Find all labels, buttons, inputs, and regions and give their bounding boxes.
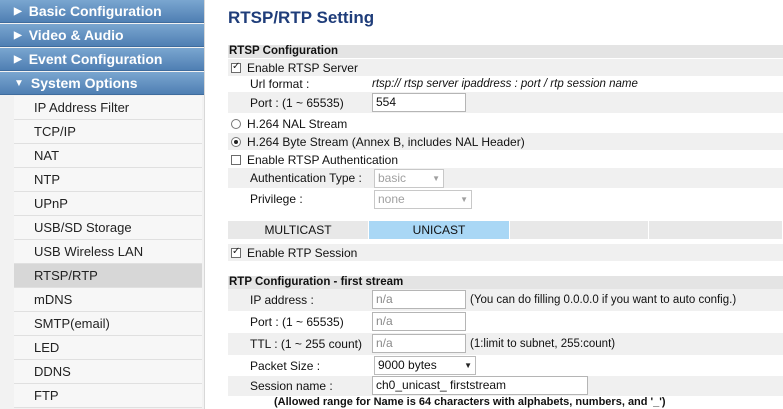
rtp-ip-row: IP address : n/a (You can do filling 0.0… (228, 289, 783, 311)
auth-type-row: Authentication Type : basic ▼ (228, 168, 783, 188)
sidebar-item-rtsp-rtp[interactable]: RTSP/RTP (14, 264, 202, 288)
privilege-value: none (378, 192, 405, 206)
dropdown-caret-icon: ▼ (464, 361, 472, 370)
dropdown-caret-icon: ▼ (460, 195, 468, 204)
sidebar-category-system-options[interactable]: ▼ System Options (0, 72, 204, 95)
sidebar-item-ftp[interactable]: FTP (14, 384, 202, 408)
rtp-ip-note: (You can do filling 0.0.0.0 if you want … (470, 294, 737, 306)
nal-stream-label: H.264 NAL Stream (247, 116, 348, 131)
category-label: Event Configuration (28, 51, 163, 67)
rtp-port-label: Port : (1 ~ 65535) (250, 315, 344, 329)
category-label: System Options (30, 75, 138, 91)
nal-stream-radio[interactable] (231, 118, 241, 129)
rtsp-section-heading: RTSP Configuration (228, 45, 783, 58)
sidebar-category-basic-configuration[interactable]: ▶ Basic Configuration (0, 0, 204, 23)
sidebar-item-nat[interactable]: NAT (14, 144, 202, 168)
auth-type-select[interactable]: basic ▼ (374, 169, 444, 188)
enable-rtp-checkbox[interactable] (231, 246, 241, 258)
rtsp-port-label: Port : (1 ~ 65535) (250, 95, 344, 110)
packet-size-label: Packet Size : (250, 358, 321, 373)
tab-unicast[interactable]: UNICAST (369, 221, 510, 239)
sidebar-item-ip-address-filter[interactable]: IP Address Filter (14, 96, 202, 120)
enable-rtsp-auth-label: Enable RTSP Authentication (247, 152, 398, 167)
page-title: RTSP/RTP Setting (228, 8, 375, 27)
session-name-row: Session name : ch0_unicast_ firststream (228, 376, 783, 396)
byte-stream-radio[interactable] (231, 136, 241, 147)
sidebar: ▶ Basic Configuration ▶ Video & Audio ▶ … (0, 0, 205, 409)
sidebar-item-tcp-ip[interactable]: TCP/IP (14, 120, 202, 144)
packet-size-select[interactable]: 9000 bytes ▼ (374, 356, 476, 375)
session-name-note: (Allowed range for Name is 64 characters… (274, 396, 666, 408)
enable-rtsp-server-checkbox[interactable] (231, 61, 241, 73)
rtsp-port-input[interactable]: 554 (372, 93, 466, 112)
packet-size-row: Packet Size : 9000 bytes ▼ (228, 355, 783, 376)
sidebar-category-video-audio[interactable]: ▶ Video & Audio (0, 24, 204, 47)
sidebar-item-usb-wireless-lan[interactable]: USB Wireless LAN (14, 240, 202, 264)
stream-mode-tabs: MULTICAST UNICAST (228, 221, 783, 239)
rtp-ttl-note: (1:limit to subnet, 255:count) (470, 338, 616, 350)
dropdown-caret-icon: ▼ (432, 174, 440, 183)
sidebar-category-event-configuration[interactable]: ▶ Event Configuration (0, 48, 204, 71)
rtsp-port-row: Port : (1 ~ 65535) 554 (228, 92, 783, 113)
rtp-ttl-row: TTL : (1 ~ 255 count) n/a (1:limit to su… (228, 333, 783, 355)
main-panel: RTSP/RTP Setting RTSP Configuration Enab… (228, 0, 783, 409)
rtp-ip-input[interactable]: n/a (372, 290, 466, 309)
rtp-ttl-input[interactable]: n/a (372, 334, 466, 353)
auth-type-value: basic (378, 171, 407, 185)
auth-type-label: Authentication Type : (250, 171, 362, 185)
enable-rtsp-server-label: Enable RTSP Server (247, 60, 358, 75)
rtp-port-input[interactable]: n/a (372, 312, 466, 331)
collapse-arrow-icon: ▼ (14, 77, 24, 89)
url-format-value: rtsp:// rtsp server ipaddress : port / r… (372, 78, 638, 90)
sidebar-item-led[interactable]: LED (14, 336, 202, 360)
category-label: Video & Audio (28, 27, 124, 43)
sidebar-item-smtp-email[interactable]: SMTP(email) (14, 312, 202, 336)
sidebar-item-upnp[interactable]: UPnP (14, 192, 202, 216)
enable-rtsp-server-row: Enable RTSP Server (228, 59, 783, 76)
rtp-section-heading: RTP Configuration - first stream (228, 276, 783, 289)
byte-stream-row: H.264 Byte Stream (Annex B, includes NAL… (228, 133, 783, 150)
enable-rtsp-auth-row: Enable RTSP Authentication (228, 151, 783, 168)
rtp-port-row: Port : (1 ~ 65535) n/a (228, 311, 783, 333)
enable-rtsp-auth-checkbox[interactable] (231, 154, 241, 165)
sidebar-item-ntp[interactable]: NTP (14, 168, 202, 192)
expand-arrow-icon: ▶ (14, 5, 22, 17)
tab-empty (510, 221, 649, 239)
session-name-input[interactable]: ch0_unicast_ firststream (372, 376, 588, 395)
sidebar-item-usb-sd-storage[interactable]: USB/SD Storage (14, 216, 202, 240)
packet-size-value: 9000 bytes (378, 358, 437, 372)
session-name-label: Session name : (250, 379, 333, 393)
sidebar-item-mdns[interactable]: mDNS (14, 288, 202, 312)
privilege-row: Privilege : none ▼ (228, 189, 783, 209)
tab-multicast[interactable]: MULTICAST (228, 221, 369, 239)
tab-empty (649, 221, 783, 239)
url-format-row: Url format : rtsp:// rtsp server ipaddre… (228, 76, 783, 92)
rtp-ip-label: IP address : (250, 293, 314, 307)
expand-arrow-icon: ▶ (14, 29, 22, 41)
privilege-select[interactable]: none ▼ (374, 190, 472, 209)
url-format-label: Url format : (250, 77, 310, 91)
expand-arrow-icon: ▶ (14, 53, 22, 65)
byte-stream-label: H.264 Byte Stream (Annex B, includes NAL… (247, 134, 525, 149)
nal-stream-row: H.264 NAL Stream (228, 115, 783, 132)
enable-rtp-label: Enable RTP Session (247, 245, 358, 260)
category-label: Basic Configuration (28, 3, 162, 19)
enable-rtp-row: Enable RTP Session (228, 244, 783, 261)
sidebar-item-ddns[interactable]: DDNS (14, 360, 202, 384)
privilege-label: Privilege : (250, 192, 303, 206)
rtp-ttl-label: TTL : (1 ~ 255 count) (250, 337, 362, 351)
